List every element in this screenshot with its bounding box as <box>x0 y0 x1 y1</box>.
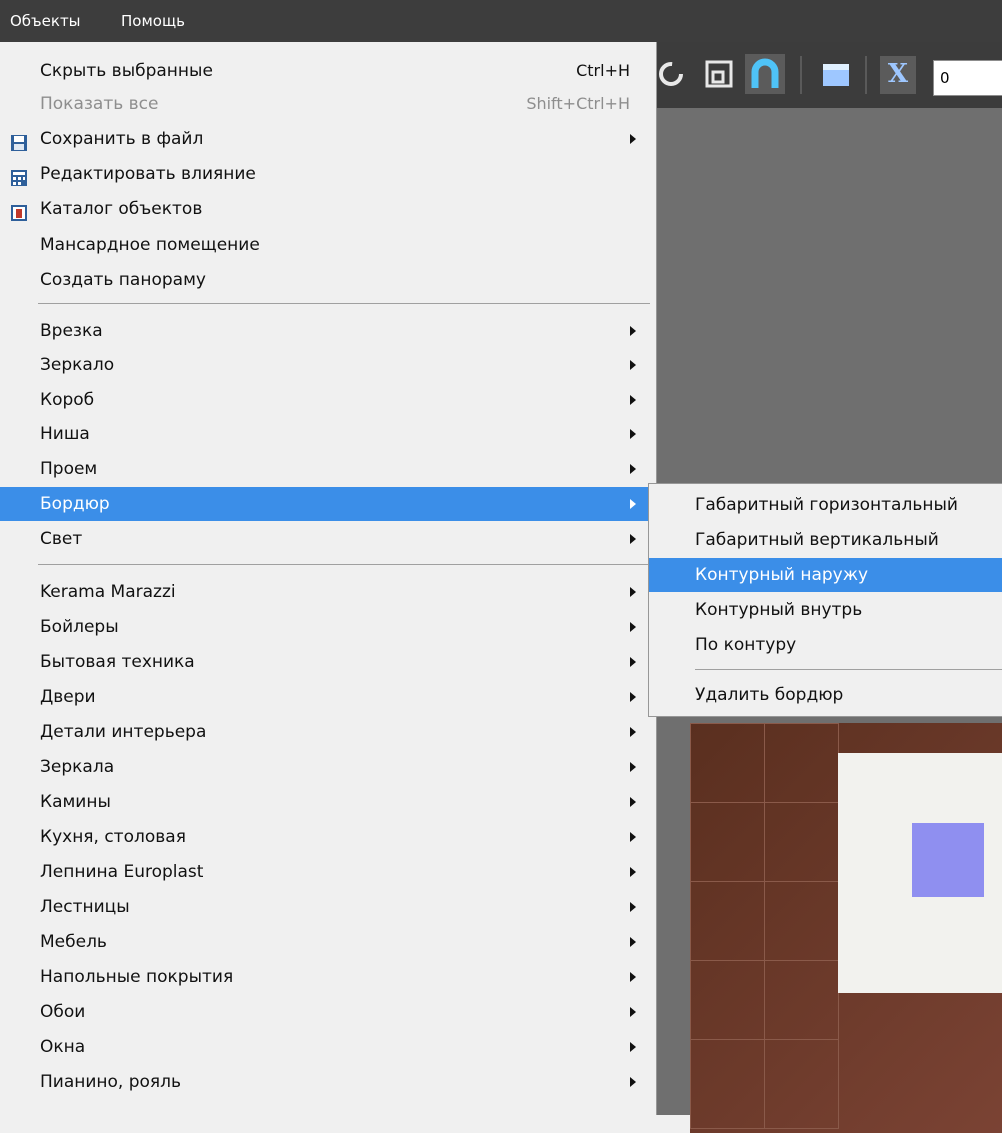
submenu-item-gabarit-horizontal[interactable]: Габаритный горизонтальный <box>649 488 1002 522</box>
submenu-arrow-icon <box>630 1077 636 1087</box>
submenu-arrow-icon <box>630 360 636 370</box>
menu-item-opening[interactable]: Проем <box>0 452 652 486</box>
menu-item-kerama-marazzi[interactable]: Kerama Marazzi <box>0 575 652 609</box>
submenu-item-along-contour[interactable]: По контуру <box>649 628 1002 662</box>
submenu-item-delete-border[interactable]: Удалить бордюр <box>649 678 1002 712</box>
submenu-arrow-icon <box>630 937 636 947</box>
rotate-icon[interactable] <box>657 54 697 94</box>
submenu-arrow-icon <box>630 622 636 632</box>
menu-item-edit-influence[interactable]: Редактировать влияние <box>0 157 652 191</box>
menu-item-mirror[interactable]: Зеркало <box>0 348 652 382</box>
submenu-arrow-icon <box>630 587 636 597</box>
objects-menu: Скрыть выбранные Ctrl+H Показать все Shi… <box>0 42 657 1115</box>
menu-item-border[interactable]: Бордюр <box>0 487 652 521</box>
menu-help[interactable]: Помощь <box>121 10 185 32</box>
submenu-arrow-icon <box>630 429 636 439</box>
floor-tiles <box>690 723 1002 1133</box>
menu-item-inset[interactable]: Врезка <box>0 314 652 348</box>
menu-item-furniture[interactable]: Мебель <box>0 925 652 959</box>
submenu-arrow-icon <box>630 832 636 842</box>
menu-item-doors[interactable]: Двери <box>0 680 652 714</box>
menu-item-show-all[interactable]: Показать все Shift+Ctrl+H <box>0 87 652 121</box>
submenu-arrow-icon <box>630 1007 636 1017</box>
border-submenu: Габаритный горизонтальный Габаритный вер… <box>648 483 1002 717</box>
catalog-icon <box>10 200 28 221</box>
menubar: Объекты Помощь <box>0 0 1002 42</box>
menu-item-kitchen[interactable]: Кухня, столовая <box>0 820 652 854</box>
submenu-arrow-icon <box>630 727 636 737</box>
submenu-arrow-icon <box>630 972 636 982</box>
menu-item-create-panorama[interactable]: Создать панораму <box>0 263 652 297</box>
submenu-arrow-icon <box>630 902 636 912</box>
menu-item-attic-room[interactable]: Мансардное помещение <box>0 228 652 262</box>
submenu-arrow-icon <box>630 395 636 405</box>
menu-item-windows[interactable]: Окна <box>0 1030 652 1064</box>
menu-item-save-to-file[interactable]: Сохранить в файл <box>0 122 652 156</box>
selected-object[interactable] <box>912 823 984 897</box>
toolbar-separator <box>865 56 867 94</box>
submenu-item-contour-inside[interactable]: Контурный внутрь <box>649 593 1002 627</box>
menu-item-object-catalog[interactable]: Каталог объектов <box>0 192 652 226</box>
submenu-item-contour-outside[interactable]: Контурный наружу <box>649 558 1002 592</box>
floppy-disk-icon <box>10 130 28 151</box>
menu-divider <box>38 303 650 304</box>
menu-item-wallpaper[interactable]: Обои <box>0 995 652 1029</box>
submenu-arrow-icon <box>630 797 636 807</box>
menu-item-appliances[interactable]: Бытовая техника <box>0 645 652 679</box>
submenu-arrow-icon <box>630 762 636 772</box>
submenu-arrow-icon <box>630 657 636 667</box>
menu-item-mirrors[interactable]: Зеркала <box>0 750 652 784</box>
submenu-item-gabarit-vertical[interactable]: Габаритный вертикальный <box>649 523 1002 557</box>
menu-item-floor-coverings[interactable]: Напольные покрытия <box>0 960 652 994</box>
menu-item-fireplaces[interactable]: Камины <box>0 785 652 819</box>
menu-item-stairs[interactable]: Лестницы <box>0 890 652 924</box>
submenu-arrow-icon <box>630 499 636 509</box>
submenu-arrow-icon <box>630 534 636 544</box>
menu-objects[interactable]: Объекты <box>10 10 81 32</box>
submenu-arrow-icon <box>630 134 636 144</box>
calculator-icon <box>10 165 28 186</box>
submenu-arrow-icon <box>630 692 636 702</box>
menu-item-box[interactable]: Короб <box>0 383 652 417</box>
submenu-arrow-icon <box>630 1042 636 1052</box>
shortcut-text: Ctrl+H <box>576 61 630 80</box>
submenu-arrow-icon <box>630 326 636 336</box>
x-coordinate-label: X <box>880 56 916 94</box>
menu-item-niche[interactable]: Ниша <box>0 417 652 451</box>
snap-square-icon[interactable] <box>701 54 741 94</box>
submenu-arrow-icon <box>630 867 636 877</box>
menu-divider <box>695 669 1002 670</box>
toolbar-separator <box>800 56 802 94</box>
x-coordinate-input[interactable]: 0 <box>933 60 1002 96</box>
menu-item-stucco[interactable]: Лепнина Europlast <box>0 855 652 889</box>
magnet-icon[interactable] <box>745 54 785 94</box>
menu-item-piano[interactable]: Пианино, рояль <box>0 1065 652 1099</box>
menu-divider <box>38 564 650 565</box>
menu-item-light[interactable]: Свет <box>0 522 652 556</box>
menu-item-interior-details[interactable]: Детали интерьера <box>0 715 652 749</box>
menu-item-boilers[interactable]: Бойлеры <box>0 610 652 644</box>
submenu-arrow-icon <box>630 464 636 474</box>
menu-item-hide-selected[interactable]: Скрыть выбранные Ctrl+H <box>0 54 652 88</box>
toolbar: X 0 <box>655 42 1002 108</box>
shortcut-text: Shift+Ctrl+H <box>526 94 630 113</box>
ruler-icon[interactable] <box>817 54 857 94</box>
